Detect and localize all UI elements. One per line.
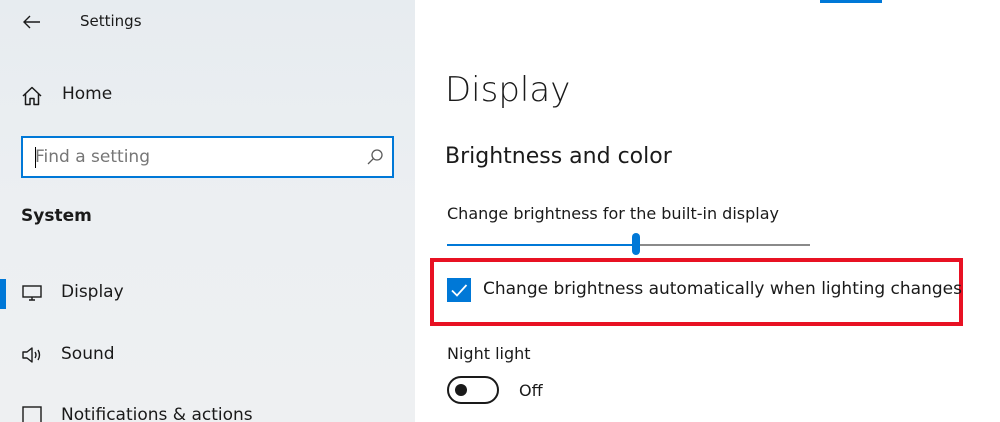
window-title: Settings [80, 12, 142, 30]
search-input[interactable] [35, 138, 355, 176]
section-title-system: System [21, 206, 92, 226]
sidebar-item-label: Sound [61, 344, 115, 364]
top-accent-bar [820, 0, 882, 3]
selection-indicator [0, 279, 6, 309]
sidebar-item-label: Display [61, 282, 124, 302]
monitor-icon [22, 285, 42, 301]
night-light-state: Off [519, 381, 543, 400]
slider-fill [447, 244, 636, 246]
back-arrow-icon [23, 15, 40, 29]
sidebar: Settings Home System Display [0, 0, 415, 422]
notifications-icon [22, 406, 42, 422]
auto-brightness-checkbox[interactable] [447, 278, 471, 302]
brightness-label: Change brightness for the built-in displ… [447, 204, 779, 223]
back-button[interactable] [18, 8, 46, 36]
slider-thumb[interactable] [632, 233, 640, 255]
toggle-knob [455, 384, 467, 396]
sidebar-item-label: Notifications & actions [61, 405, 253, 422]
main-content: Display Brightness and color Change brig… [415, 0, 1000, 422]
brightness-slider[interactable] [447, 232, 810, 256]
search-icon[interactable] [366, 148, 384, 166]
sidebar-item-home[interactable]: Home [0, 78, 415, 114]
speaker-icon [22, 347, 41, 363]
settings-window: Settings Home System Display [0, 0, 1000, 422]
night-light-label: Night light [447, 344, 531, 363]
search-box[interactable] [21, 136, 394, 178]
page-title: Display [445, 70, 571, 110]
sidebar-item-sound[interactable]: Sound [0, 335, 415, 375]
sidebar-item-display[interactable]: Display [0, 273, 415, 313]
auto-brightness-label[interactable]: Change brightness automatically when lig… [483, 279, 962, 299]
night-light-toggle[interactable] [447, 376, 499, 404]
home-icon [22, 86, 42, 106]
sidebar-item-notifications[interactable]: Notifications & actions [0, 396, 415, 422]
section-title-brightness: Brightness and color [445, 144, 672, 169]
sidebar-item-label: Home [62, 84, 113, 104]
text-caret [35, 147, 36, 168]
checkmark-icon [451, 284, 468, 297]
